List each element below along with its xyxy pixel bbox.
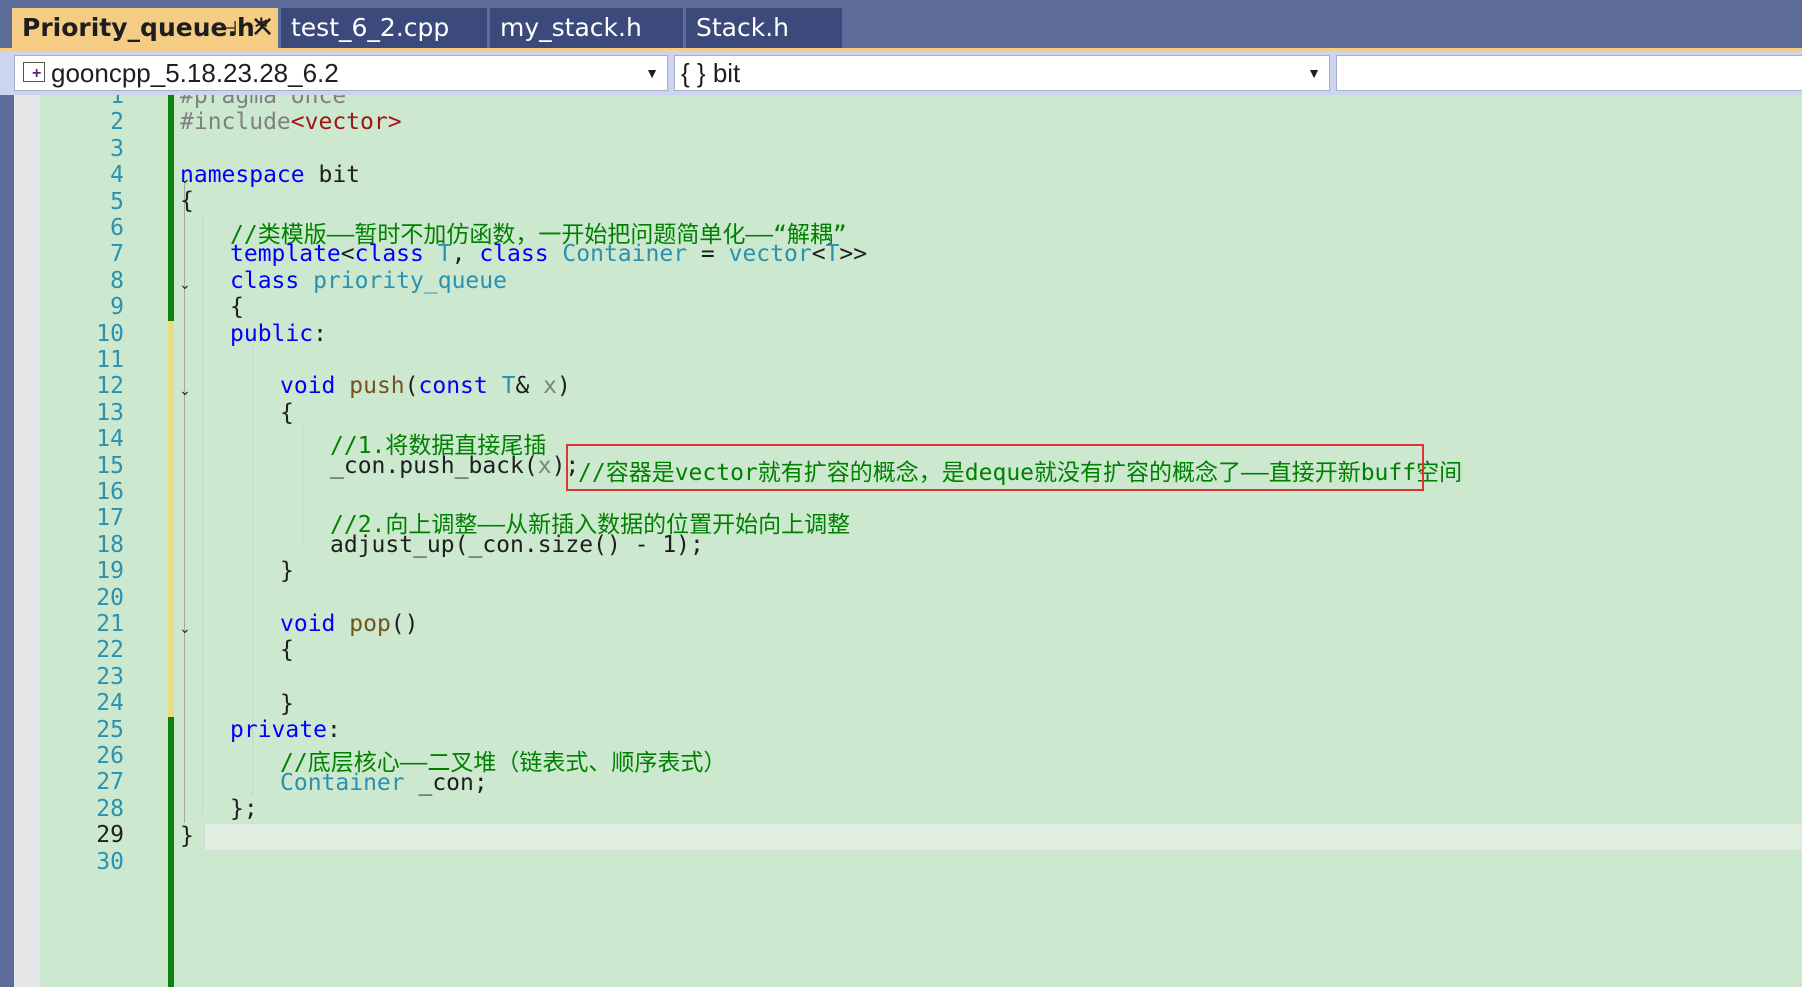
line-number: 17 xyxy=(96,505,124,532)
line-number: 25 xyxy=(96,716,124,743)
indicator-margin xyxy=(14,95,40,987)
line-number: 18 xyxy=(96,531,124,558)
line-number: 9 xyxy=(110,294,124,321)
code-line-8: class priority_queue xyxy=(230,268,507,294)
code-line-7: template<class T, class Container = vect… xyxy=(230,241,868,267)
tab-label: test_6_2.cpp xyxy=(291,13,450,42)
code-line-22: { xyxy=(280,637,294,663)
line-number: 3 xyxy=(110,135,124,162)
collapse-pop-icon[interactable]: ⌄ xyxy=(177,621,193,637)
code-line-13: { xyxy=(280,400,294,426)
code-line-2: #include<vector> xyxy=(180,109,402,135)
code-line-19: } xyxy=(280,558,294,584)
line-number: 4 xyxy=(110,162,124,189)
line-number: 20 xyxy=(96,584,124,611)
code-line-10: public: xyxy=(230,321,327,347)
line-number: 14 xyxy=(96,426,124,453)
navigation-bar: gooncpp_5.18.23.28_6.2 ▼ { } bit ▼ xyxy=(0,51,1802,95)
chevron-down-icon[interactable]: ▼ xyxy=(645,56,659,90)
cpp-project-icon xyxy=(23,57,45,91)
line-number: 29 xyxy=(96,822,124,849)
code-line-25: private: xyxy=(230,717,341,743)
code-line-27: Container _con; xyxy=(280,770,488,796)
unsaved-change-bar xyxy=(168,321,174,717)
saved-change-bar xyxy=(168,717,174,987)
tab-my-stack-h[interactable]: my_stack.h xyxy=(490,8,683,48)
project-dropdown[interactable]: gooncpp_5.18.23.28_6.2 ▼ xyxy=(14,55,668,91)
line-number: 21 xyxy=(96,611,124,637)
line-number: 23 xyxy=(96,663,124,690)
line-number: 26 xyxy=(96,743,124,769)
line-number: 24 xyxy=(96,690,124,717)
line-number: 28 xyxy=(96,795,124,822)
tab-label: Stack.h xyxy=(696,13,790,42)
tab-priority-queue-h[interactable]: Priority_queue.h* ⊣ × xyxy=(12,8,278,48)
scope-dropdown-value: { } bit xyxy=(681,58,741,88)
indent-guide xyxy=(302,425,303,545)
code-line-9: { xyxy=(230,294,244,320)
code-line-1: #pragma once xyxy=(180,95,347,109)
code-line-24: } xyxy=(280,691,294,717)
outline-guide-class xyxy=(184,289,185,817)
line-number: 10 xyxy=(96,320,124,347)
line-number: 27 xyxy=(96,769,124,796)
line-number: 7 xyxy=(110,241,124,268)
member-dropdown[interactable] xyxy=(1336,55,1802,91)
close-icon[interactable]: × xyxy=(250,8,275,47)
tab-test-6-2-cpp[interactable]: test_6_2.cpp xyxy=(281,8,487,48)
line-number: 2 xyxy=(110,109,124,136)
line-number: 1 xyxy=(110,95,124,109)
line-number: 12 xyxy=(96,373,124,400)
scope-dropdown[interactable]: { } bit ▼ xyxy=(674,55,1330,91)
line-number: 6 xyxy=(110,215,124,241)
code-line-29: } xyxy=(180,823,194,849)
line-number: 5 xyxy=(110,188,124,215)
line-number: 30 xyxy=(96,848,124,875)
indent-guide xyxy=(202,213,203,813)
code-line-28: }; xyxy=(230,796,258,822)
line-number: 13 xyxy=(96,399,124,426)
code-line-4: namespace bit xyxy=(180,162,361,188)
document-tab-strip: Priority_queue.h* ⊣ × test_6_2.cpp my_st… xyxy=(0,0,1802,48)
chevron-down-icon[interactable]: ▼ xyxy=(1307,56,1321,90)
code-editor[interactable]: 1 2 3 4 5 6 7 8 9 10 11 12 13 14 15 16 17 18 19 20 21 22 23 24 2… xyxy=(14,95,1802,987)
line-number: 11 xyxy=(96,347,124,373)
code-line-21: void pop() xyxy=(280,611,419,637)
tab-label: my_stack.h xyxy=(500,13,642,42)
line-number: 22 xyxy=(96,637,124,664)
line-number: 19 xyxy=(96,558,124,585)
code-line-12: void push(const T& x) xyxy=(280,373,571,399)
collapse-class-icon[interactable]: ⌄ xyxy=(177,277,193,293)
code-line-15: _con.push_back(x); xyxy=(330,453,580,479)
pin-icon[interactable]: ⊣ xyxy=(220,8,237,48)
annotation-highlight-box xyxy=(566,444,1424,491)
line-number: 16 xyxy=(96,479,124,505)
tab-stack-h[interactable]: Stack.h xyxy=(686,8,842,48)
line-number: 15 xyxy=(96,452,124,479)
code-line-5: { xyxy=(180,188,194,214)
code-line-18: adjust_up(_con.size() - 1); xyxy=(330,532,704,558)
current-line-highlight xyxy=(204,823,1802,851)
line-number: 8 xyxy=(110,267,124,294)
collapse-push-icon[interactable]: ⌄ xyxy=(177,383,193,399)
saved-change-bar xyxy=(168,95,174,321)
project-dropdown-value: gooncpp_5.18.23.28_6.2 xyxy=(51,58,339,88)
